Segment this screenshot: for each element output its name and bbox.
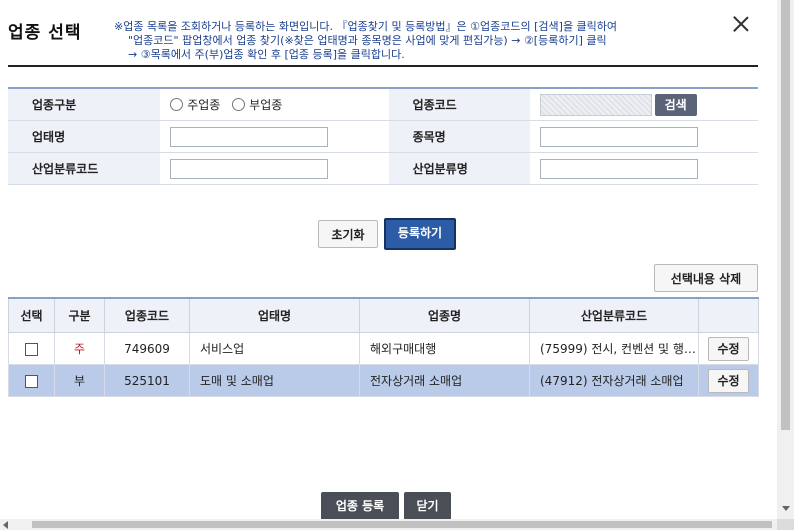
search-form: 업종구분 주업종 부업종 업종코드 검색 업태명 종목명 산업분류코드 산업분류… xyxy=(8,87,758,185)
title-divider xyxy=(8,65,758,67)
dialog-title: 업종 선택 xyxy=(8,23,82,43)
column-header: 산업분류코드 xyxy=(529,297,699,333)
industry-code-input[interactable] xyxy=(170,158,329,179)
vertical-scrollbar[interactable] xyxy=(777,0,794,530)
horizontal-scrollbar[interactable] xyxy=(0,519,777,530)
code-label: 업종코드 xyxy=(388,87,530,121)
instruction-notice: ※업종 목록을 조회하거나 등록하는 화면입니다. 『업종찾기 및 등록방법』은… xyxy=(114,20,744,62)
scrollbar-thumb[interactable] xyxy=(781,0,790,430)
industry-name-input[interactable] xyxy=(539,158,698,179)
item-label: 종목명 xyxy=(388,120,530,153)
row-code: 749609 xyxy=(104,332,190,365)
industry-code-label: 산업분류코드 xyxy=(8,152,161,185)
scrollbar-thumb[interactable] xyxy=(32,521,772,528)
row-code: 525101 xyxy=(104,364,190,397)
type-label: 업종구분 xyxy=(8,87,161,121)
column-header: 선택 xyxy=(8,297,55,333)
item-name-input[interactable] xyxy=(539,126,698,147)
register-button[interactable]: 등록하기 xyxy=(384,218,456,250)
column-header xyxy=(698,297,759,333)
notice-line: ※업종 목록을 조회하거나 등록하는 화면입니다. 『업종찾기 및 등록방법』은… xyxy=(114,20,618,33)
business-code-field xyxy=(539,93,652,116)
row-type: 주 xyxy=(54,332,105,365)
table-row[interactable]: 주 749609 서비스업 해외구매대행 (75999) 전시, 컨벤션 및 행… xyxy=(8,332,759,365)
notice-line: → ③목록에서 주(부)업종 확인 후 [업종 등록]을 클릭합니다. xyxy=(128,48,405,61)
scroll-left-icon[interactable] xyxy=(3,521,8,529)
table-row[interactable]: 부 525101 도매 및 소매업 전자상거래 소매업 (47912) 전자상거… xyxy=(8,364,759,397)
sub-type-radio[interactable] xyxy=(232,98,246,111)
row-type: 부 xyxy=(54,364,105,397)
column-header: 업태명 xyxy=(189,297,360,333)
business-name-input[interactable] xyxy=(170,126,329,147)
close-icon[interactable] xyxy=(730,14,752,36)
main-type-radio[interactable] xyxy=(170,98,184,111)
scrollbar-corner xyxy=(777,519,794,530)
row-checkbox[interactable] xyxy=(25,374,38,388)
business-label: 업태명 xyxy=(8,120,161,153)
row-item: 전자상거래 소매업 xyxy=(359,364,530,397)
business-type-table: 선택 구분 업종코드 업태명 업종명 산업분류코드 주 749609 서비스업 … xyxy=(8,297,759,397)
search-button[interactable]: 검색 xyxy=(654,93,697,116)
close-button[interactable]: 닫기 xyxy=(404,492,451,520)
notice-line: "업종코드" 팝업창에서 업종 찾기(※찾은 업태명과 종목명은 사업에 맞게 … xyxy=(128,34,607,47)
row-industry: (47912) 전자상거래 소매업 xyxy=(529,364,699,397)
business-register-button[interactable]: 업종 등록 xyxy=(321,492,399,520)
edit-button[interactable]: 수정 xyxy=(708,368,749,393)
row-item: 해외구매대행 xyxy=(359,332,530,365)
type-radio-group: 주업종 부업종 xyxy=(160,87,389,121)
scroll-down-icon[interactable] xyxy=(782,506,790,511)
reset-button[interactable]: 초기화 xyxy=(318,220,378,248)
row-business: 서비스업 xyxy=(189,332,360,365)
sub-type-label: 부업종 xyxy=(249,98,283,112)
table-header-row: 선택 구분 업종코드 업태명 업종명 산업분류코드 xyxy=(8,297,759,333)
row-checkbox[interactable] xyxy=(25,342,38,356)
column-header: 업종명 xyxy=(359,297,530,333)
main-type-label: 주업종 xyxy=(187,98,221,112)
code-field-cell: 검색 xyxy=(529,87,758,121)
row-industry: (75999) 전시, 컨벤션 및 행사 대행업 xyxy=(529,332,699,365)
row-business: 도매 및 소매업 xyxy=(189,364,360,397)
column-header: 구분 xyxy=(54,297,105,333)
industry-name-label: 산업분류명 xyxy=(388,152,530,185)
column-header: 업종코드 xyxy=(104,297,190,333)
delete-selected-button[interactable]: 선택내용 삭제 xyxy=(654,264,758,292)
edit-button[interactable]: 수정 xyxy=(708,336,749,361)
